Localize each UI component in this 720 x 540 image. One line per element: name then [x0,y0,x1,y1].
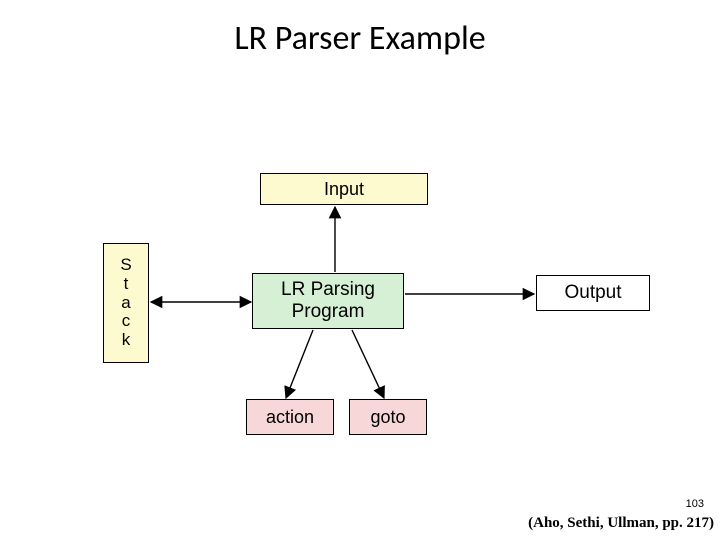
goto-box: goto [349,399,427,435]
slide-title: LR Parser Example [0,18,720,59]
action-label: action [266,407,314,428]
program-line-2: Program [292,301,365,323]
input-box: Input [260,173,428,205]
stack-letter: c [122,312,131,331]
output-label: Output [564,282,621,304]
action-box: action [246,399,334,435]
output-box: Output [536,275,650,311]
slide-number: 103 [686,498,704,510]
stack-letter: a [121,294,130,313]
stack-letter: S [120,256,131,275]
stack-box: S t a c k [103,243,149,363]
stack-letter: k [122,331,131,350]
citation: (Aho, Sethi, Ullman, pp. 217) [528,515,714,532]
stack-letter: t [124,275,129,294]
program-line-1: LR Parsing [281,279,375,301]
goto-label: goto [370,407,405,428]
program-box: LR Parsing Program [252,273,404,329]
input-label: Input [324,179,364,200]
